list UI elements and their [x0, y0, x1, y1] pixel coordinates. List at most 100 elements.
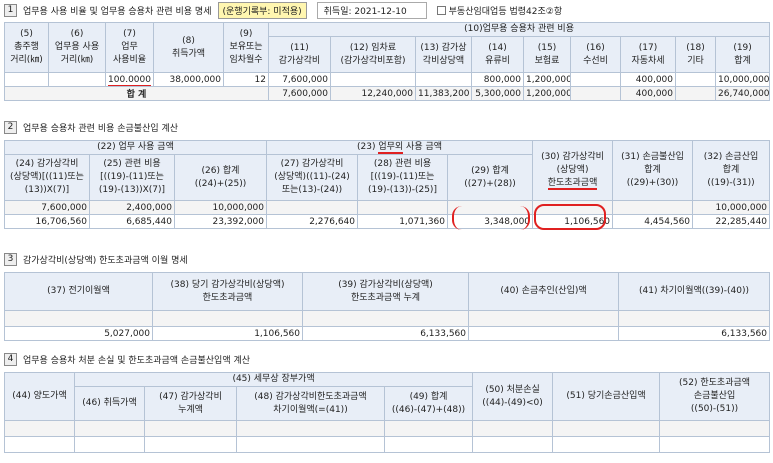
h29: (29) 합계 ((27)+(28))	[446, 154, 534, 201]
table-row	[4, 310, 770, 327]
usage-ratio-value: 100.0000	[108, 74, 151, 86]
s2r2-31: 4,454,560	[612, 214, 694, 229]
s4r1-44[interactable]	[4, 420, 75, 437]
h5: (5) 총주행 거리(㎞)	[4, 22, 49, 73]
s2r1-26: 10,000,000	[174, 200, 267, 215]
total-16	[570, 86, 621, 101]
total-11: 7,600,000	[268, 86, 331, 101]
s4r2-47[interactable]	[144, 436, 237, 453]
s3r1-40[interactable]	[468, 310, 619, 327]
s4r1-50[interactable]	[472, 420, 554, 437]
s3r2-41[interactable]: 6,133,560	[618, 326, 770, 341]
s4r2-50[interactable]	[472, 436, 554, 453]
total-19: 26,740,000	[714, 86, 771, 101]
h30: (30) 감가상각비 (상당액) 한도초과금액	[532, 140, 614, 201]
s2r1-24: 7,600,000	[4, 200, 90, 215]
h14: (14) 유류비	[471, 36, 524, 73]
section-title: 업무용 승용차 관련 비용 손금불산입 계산	[23, 123, 179, 134]
section-title: 업무용 승용차 처분 손실 및 한도초과금액 손금불산입액 계산	[23, 355, 251, 366]
table-row: 16,706,560 6,685,440 23,392,000 2,276,64…	[4, 214, 771, 229]
h40: (40) 손금추인(산입)액	[468, 272, 619, 311]
s4r2-44[interactable]	[4, 436, 75, 453]
cell-16[interactable]	[570, 72, 621, 87]
cell-18[interactable]	[675, 72, 716, 87]
s4r1-47[interactable]	[144, 420, 237, 437]
h50: (50) 처분손실 ((44)-(49)<0)	[472, 372, 554, 421]
h11: (11) 감가상각비	[268, 36, 331, 73]
cell-7[interactable]: 100.0000	[105, 72, 154, 87]
s4r1-46[interactable]	[74, 420, 145, 437]
s2r1-31	[612, 200, 694, 215]
h23: (23) 업무외 사용 금액	[265, 140, 534, 155]
h47: (47) 감가상각비 누계액	[144, 386, 237, 421]
s4r2-48[interactable]	[236, 436, 385, 453]
section-number: 3	[4, 252, 17, 266]
h9: (9) 보유또는 임차월수	[223, 22, 269, 73]
logbook-status-badge[interactable]: (운행기록부: 미적용)	[217, 1, 307, 19]
h18: (18) 기타	[675, 36, 716, 73]
s2r2-28: 1,071,360	[357, 214, 448, 229]
section1-header: 1 업무용 사용 비율 및 업무용 승용차 관련 비용 명세 (운행기록부: 미…	[4, 1, 562, 19]
cell-13[interactable]	[415, 72, 472, 87]
real-estate-checkbox[interactable]: 부동산임대업등 법령42조②항	[436, 4, 562, 17]
h8: (8) 취득가액	[153, 22, 224, 73]
h32: (32) 손금산입 합계 ((19)-(31))	[692, 140, 771, 201]
h23-prefix: (23)	[357, 142, 379, 152]
h15: (15) 보험료	[523, 36, 571, 73]
s3r2-37[interactable]: 5,027,000	[4, 326, 153, 341]
table-row: 100.0000 38,000,000 12 7,600,000 800,000…	[4, 72, 771, 87]
cell-9[interactable]: 12	[223, 72, 269, 87]
cell-14[interactable]: 800,000	[471, 72, 524, 87]
s3r2-38[interactable]: 1,106,560	[152, 326, 303, 341]
h23-suffix: 사용 금액	[403, 142, 443, 152]
h10: (10)업무용 승용차 관련 비용	[267, 22, 771, 37]
s4r1-52[interactable]	[659, 420, 771, 437]
h49: (49) 합계 ((46)-(47)+(48))	[383, 386, 474, 421]
section-title: 감가상각비(상당액) 한도초과금액 이월 명세	[23, 255, 188, 266]
s4r1-51[interactable]	[552, 420, 661, 437]
s4r2-51[interactable]	[552, 436, 661, 453]
checkbox-icon[interactable]	[436, 5, 446, 15]
section4-table: (44) 양도가액 (45) 세무상 장부가액 (50) 처분손실 ((44)-…	[4, 372, 771, 453]
section1-table: (5) 총주행 거리(㎞) (6) 업무용 사용 거리(㎞) (7) 업무 사용…	[4, 22, 771, 101]
cell-5[interactable]	[4, 72, 49, 87]
cell-15[interactable]: 1,200,000	[523, 72, 571, 87]
cell-17[interactable]: 400,000	[620, 72, 676, 87]
s3r1-37[interactable]	[4, 310, 153, 327]
cell-11[interactable]: 7,600,000	[268, 72, 331, 87]
h52: (52) 한도초과금액 손금불산입 ((50)-(51))	[659, 372, 771, 421]
s3r1-39[interactable]	[302, 310, 469, 327]
total-14: 5,300,000	[471, 86, 524, 101]
h6: (6) 업무용 사용 거리(㎞)	[48, 22, 106, 73]
h17: (17) 자동차세	[620, 36, 676, 73]
h45: (45) 세무상 장부가액	[73, 372, 474, 387]
total-12: 12,240,000	[330, 86, 416, 101]
h30-line2: (상당액)	[556, 165, 589, 175]
cell-19[interactable]: 10,000,000	[714, 72, 771, 87]
h28: (28) 관련 비용 [((19)-(11)또는 (19)-(13))-(25)…	[357, 154, 448, 201]
h30-line3: 한도초과금액	[535, 177, 610, 190]
total-label: 합 계	[4, 86, 269, 101]
total-15: 1,200,000	[523, 86, 571, 101]
table-row: 5,027,000 1,106,560 6,133,560 6,133,560	[4, 326, 770, 341]
acquisition-date-field[interactable]: 취득일: 2021-12-10	[316, 1, 427, 19]
cell-6[interactable]	[48, 72, 106, 87]
section2-header: 2 업무용 승용차 관련 비용 손금불산입 계산	[4, 120, 178, 134]
s4r1-48[interactable]	[236, 420, 385, 437]
h7: (7) 업무 사용비율	[105, 22, 154, 73]
s4r2-49[interactable]	[383, 436, 474, 453]
cell-12[interactable]	[330, 72, 416, 87]
s3r1-38[interactable]	[152, 310, 303, 327]
cell-8[interactable]: 38,000,000	[153, 72, 224, 87]
total-row: 합 계 7,600,000 12,240,000 11,383,200 5,30…	[4, 86, 771, 101]
s4r2-52[interactable]	[659, 436, 771, 453]
h46: (46) 취득가액	[74, 386, 145, 421]
s4r1-49[interactable]	[383, 420, 474, 437]
h26: (26) 합계 ((24)+(25))	[174, 154, 267, 201]
total-17: 400,000	[620, 86, 676, 101]
s3r2-40[interactable]	[468, 326, 619, 341]
s3r2-39[interactable]: 6,133,560	[302, 326, 469, 341]
s4r2-46[interactable]	[74, 436, 145, 453]
section4-header: 4 업무용 승용차 처분 손실 및 한도초과금액 손금불산입액 계산	[4, 352, 250, 366]
s3r1-41[interactable]	[618, 310, 770, 327]
